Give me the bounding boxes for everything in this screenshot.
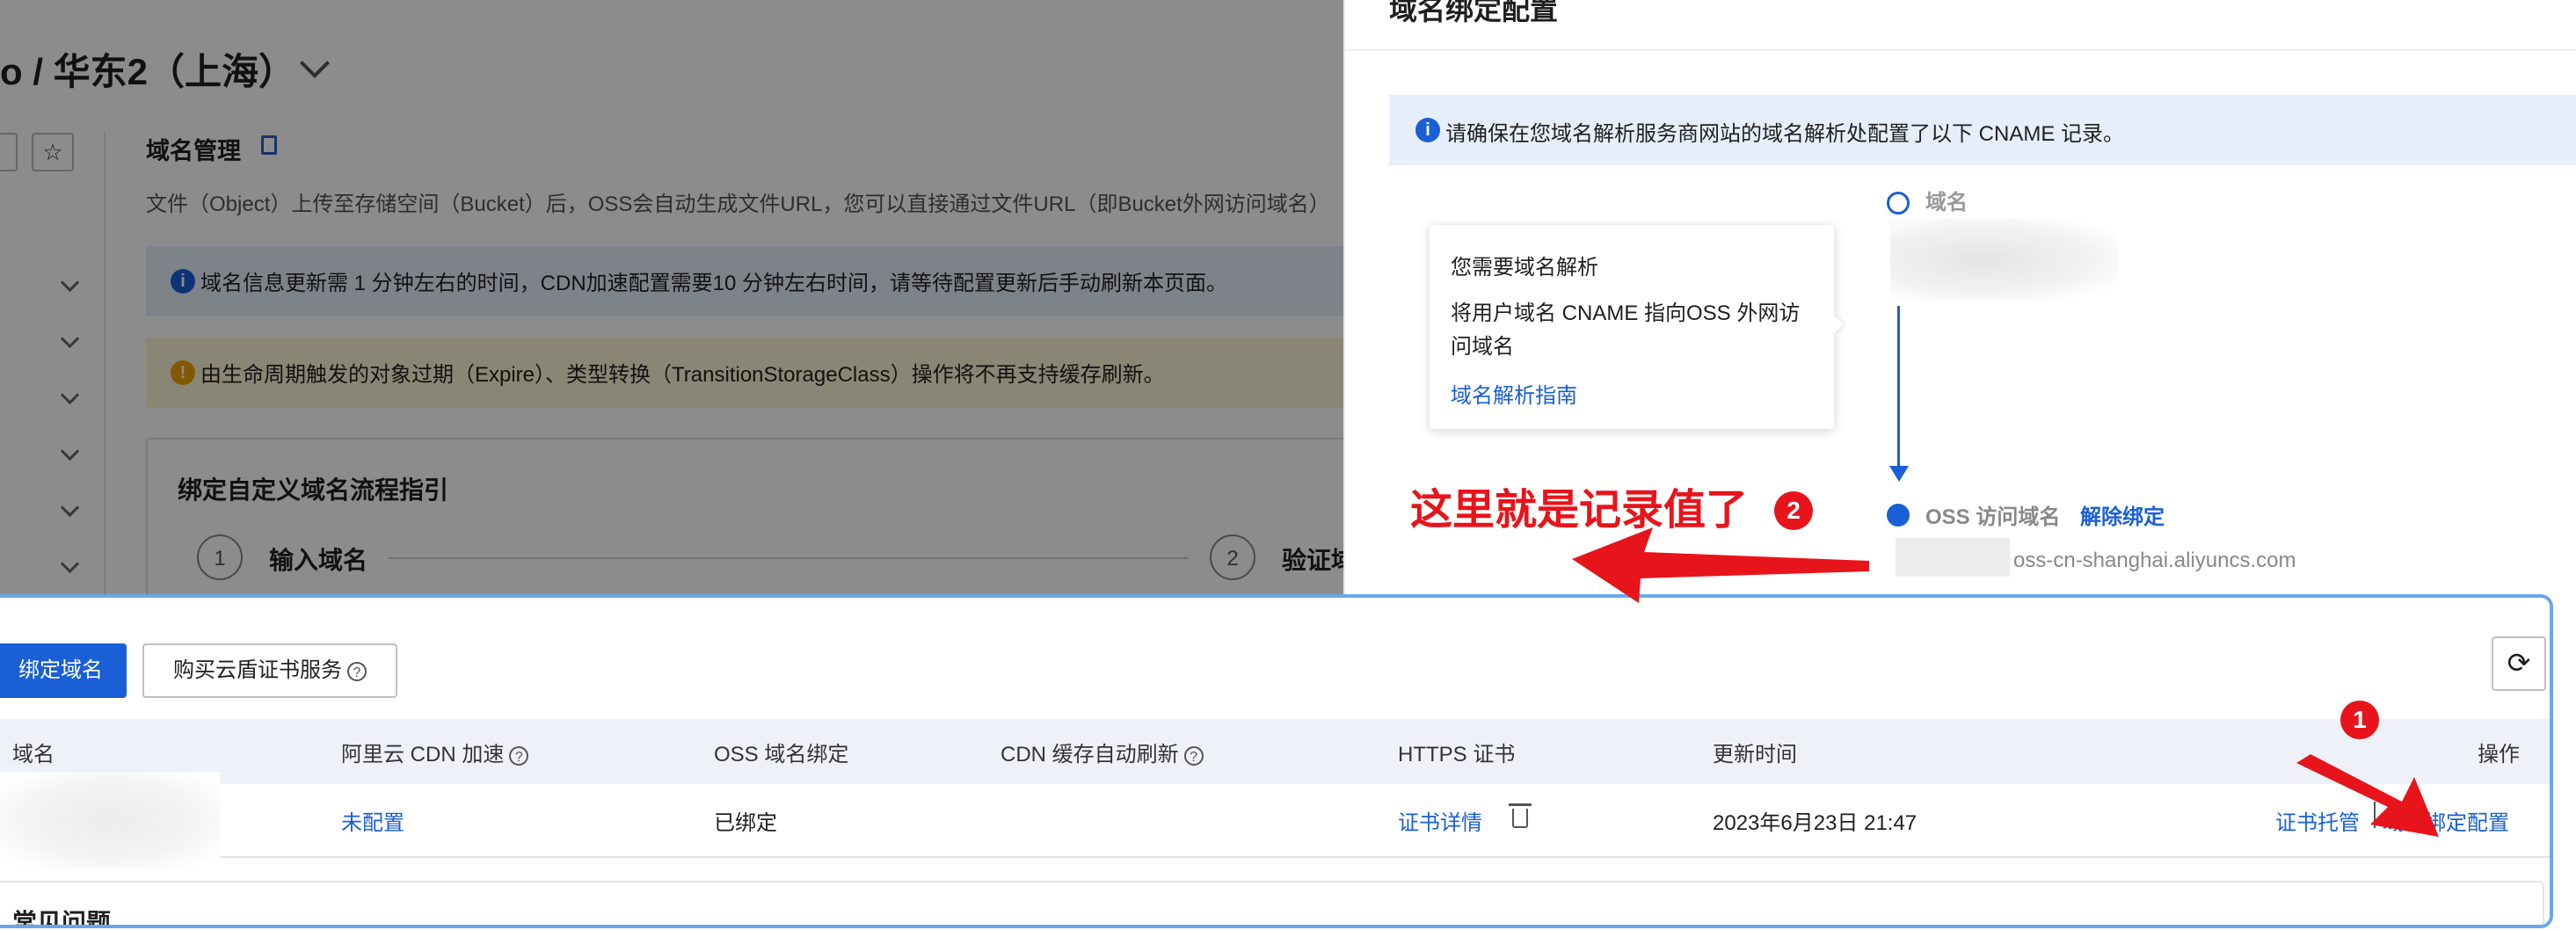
unbind-link[interactable]: 解除绑定 [2080, 499, 2165, 530]
cname-notice: i 请确保在您域名解析服务商网站的域名解析处配置了以下 CNAME 记录。 [1389, 95, 2576, 165]
column-header-label: CDN 缓存自动刷新 [1001, 743, 1179, 767]
popover-heading: 您需要域名解析 [1451, 256, 1598, 280]
buy-certificate-label: 购买云盾证书服务 [173, 658, 342, 682]
column-header: CDN 缓存自动刷新? [1001, 737, 1204, 767]
column-header: HTTPS 证书 [1398, 743, 1516, 767]
oss-bind-status: 已绑定 [714, 811, 777, 835]
modal-overlay[interactable] [0, 0, 1343, 598]
help-icon[interactable]: ? [1183, 745, 1204, 766]
column-header: OSS 域名绑定 [714, 743, 849, 767]
trash-icon-lid [1509, 803, 1532, 806]
timeline-dot [1887, 192, 1910, 214]
column-header-label: 阿里云 CDN 加速 [341, 743, 505, 767]
cdn-status-link[interactable]: 未配置 [341, 805, 404, 836]
trash-icon[interactable] [1512, 809, 1528, 828]
action-separator [2374, 802, 2376, 828]
cert-details-link[interactable]: 证书详情 [1398, 805, 1482, 836]
cname-notice-text: 请确保在您域名解析服务商网站的域名解析处配置了以下 CNAME 记录。 [1445, 122, 2125, 146]
timeline-domain-label: 域名 [1925, 191, 1968, 214]
table-header: 域名 阿里云 CDN 加速? OSS 域名绑定 CDN 缓存自动刷新? HTTP… [0, 719, 2550, 784]
bind-domain-button[interactable]: 绑定域名 [0, 643, 127, 698]
timeline-arrow-icon [1889, 466, 1909, 482]
blurred-bucket-name [1896, 538, 2010, 577]
blurred-domain [1890, 218, 2119, 301]
column-header: 更新时间 [1713, 743, 1797, 767]
blurred-domain [0, 772, 220, 868]
updated-time: 2023年6月23日 21:47 [1713, 811, 1917, 835]
popover-text: 将用户域名 CNAME 指向OSS 外网访问域名 [1451, 302, 1801, 359]
faq-section: 常见问题 [0, 881, 2544, 928]
domain-binding-config-link[interactable]: 域名绑定配置 [2383, 805, 2509, 836]
help-icon[interactable]: ? [509, 745, 529, 766]
help-icon[interactable]: ? [347, 661, 367, 681]
refresh-icon[interactable]: ⟳ [2492, 636, 2546, 691]
annotation-text: 这里就是记录值了 [1410, 487, 1749, 534]
column-header: 域名 [12, 743, 55, 767]
dns-popover: 您需要域名解析 将用户域名 CNAME 指向OSS 外网访问域名 域名解析指南 [1430, 225, 1834, 429]
info-icon: i [1415, 118, 1440, 142]
timeline-dot [1887, 504, 1910, 527]
domain-list-panel: 绑定域名 购买云盾证书服务? ⟳ 域名 阿里云 CDN 加速? OSS 域名绑定… [0, 594, 2553, 928]
drawer-divider [1345, 49, 2576, 51]
timeline-line [1897, 306, 1900, 469]
buy-certificate-button[interactable]: 购买云盾证书服务? [142, 643, 397, 698]
oss-access-domain-label: OSS 访问域名 [1925, 505, 2061, 529]
faq-title: 常见问题 [12, 909, 112, 928]
table-row: 未配置 已绑定 证书详情 2023年6月23日 21:47 证书托管 域名绑定配… [0, 772, 2550, 868]
column-header: 阿里云 CDN 加速? [341, 737, 529, 767]
oss-domain-value[interactable]: oss-cn-shanghai.aliyuncs.com [2013, 549, 2296, 573]
annotation-badge-2: 2 [1774, 491, 1813, 530]
drawer-title: 域名绑定配置 [1389, 0, 1559, 25]
dns-guide-link[interactable]: 域名解析指南 [1451, 378, 1577, 409]
annotation-badge-1: 1 [2340, 701, 2379, 739]
column-header: 操作 [2478, 743, 2520, 767]
cert-hosting-link[interactable]: 证书托管 [2275, 805, 2360, 836]
